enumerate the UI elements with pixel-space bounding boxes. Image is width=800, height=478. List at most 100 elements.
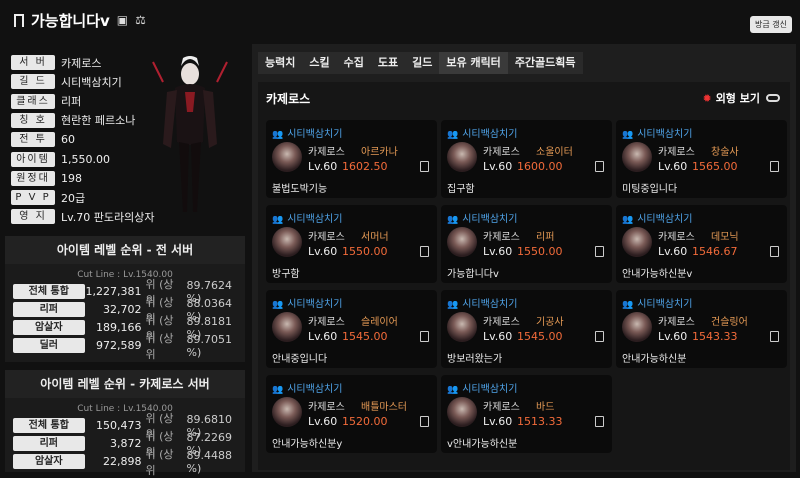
copy-icon[interactable] bbox=[420, 331, 429, 342]
appearance-toggle[interactable]: ✹ 외형 보기 bbox=[702, 90, 780, 106]
rank-percent: 89.4488 %) bbox=[186, 448, 233, 475]
character-card[interactable]: 👥 시티백삼치기 카제로스 창술사 Lv.60 1565.00 미팅중입니다 bbox=[616, 120, 787, 198]
profile-value: 시티백삼치기 bbox=[61, 75, 122, 89]
character-card[interactable]: 👥 시티백삼치기 카제로스 슬레이어 Lv.60 1545.00 안내중입니다 bbox=[266, 290, 437, 368]
tab-item[interactable]: 도표 bbox=[370, 52, 406, 74]
character-server: 카제로스 bbox=[483, 232, 520, 243]
character-class: 기공사 bbox=[536, 317, 564, 328]
profile-key: 칭 호 bbox=[11, 112, 55, 128]
tab-item[interactable]: 주간골드획득 bbox=[507, 52, 583, 74]
character-card[interactable]: 👥 시티백삼치기 카제로스 서머너 Lv.60 1550.00 방구함 bbox=[266, 205, 437, 283]
copy-icon[interactable] bbox=[420, 246, 429, 257]
tab-item[interactable]: 수집 bbox=[336, 52, 371, 74]
rank-label: 리퍼 bbox=[13, 302, 85, 317]
profile-value: 60 bbox=[61, 133, 75, 147]
copy-icon[interactable] bbox=[420, 416, 429, 427]
profile-row: 길 드 시티백삼치기 bbox=[11, 73, 122, 90]
character-avatar bbox=[622, 227, 652, 257]
character-card[interactable]: 👥 시티백삼치기 카제로스 바드 Lv.60 1513.33 v안내가능하신분 bbox=[441, 375, 612, 453]
rank-value: 972,589 bbox=[96, 339, 142, 352]
rank-value: 1,227,381 bbox=[85, 285, 142, 298]
character-server: 카제로스 bbox=[483, 317, 520, 328]
character-avatar bbox=[272, 397, 302, 427]
copy-icon[interactable] bbox=[770, 331, 779, 342]
character-level: Lv.60 bbox=[483, 160, 513, 173]
profile-row: 클래스 리퍼 bbox=[11, 93, 81, 110]
sun-icon: ✹ bbox=[702, 91, 712, 105]
character-server: 카제로스 bbox=[658, 147, 695, 158]
refresh-button[interactable]: 방금 갱신 bbox=[750, 16, 792, 33]
tab-item[interactable]: 능력치 bbox=[258, 52, 303, 74]
character-card[interactable]: 👥 시티백삼치기 카제로스 건슬링어 Lv.60 1543.33 안내가능하신분 bbox=[616, 290, 787, 368]
profile-row: P V P 20급 bbox=[11, 189, 85, 206]
rank-server-title: 아이템 레벨 순위 - 카제로스 서버 bbox=[5, 370, 245, 398]
profile-key: 아이템 bbox=[11, 151, 55, 167]
character-name: 방구함 bbox=[272, 269, 300, 280]
tab-item[interactable]: 길드 bbox=[405, 52, 440, 74]
guild-name: 시티백삼치기 bbox=[287, 214, 343, 225]
rank-server-box: 아이템 레벨 순위 - 카제로스 서버 Cut Line : Lv.1540.0… bbox=[5, 370, 245, 477]
card-guild: 👥 시티백삼치기 bbox=[447, 210, 517, 225]
profile-row: 서 버 카제로스 bbox=[11, 54, 101, 71]
profile-key: 전 투 bbox=[11, 132, 55, 148]
profile-value: 현란한 페르소나 bbox=[61, 114, 136, 128]
main-panel: 능력치 스킬 수집 도표 길드 보유 캐릭터 주간골드획득 카제로스 ✹ 외형 보기 👥 시티… bbox=[252, 44, 796, 472]
character-item-level: 1565.00 bbox=[692, 160, 738, 173]
rank-label: 암살자 bbox=[13, 454, 85, 469]
character-avatar bbox=[622, 142, 652, 172]
tab-item[interactable]: 스킬 bbox=[302, 52, 337, 74]
copy-icon[interactable] bbox=[770, 161, 779, 172]
character-card[interactable]: 👥 시티백삼치기 카제로스 배틀마스터 Lv.60 1520.00 안내가능하신분… bbox=[266, 375, 437, 453]
character-name: 가능합니다v bbox=[447, 269, 499, 280]
character-avatar bbox=[447, 227, 477, 257]
id-card-icon[interactable]: ▣ bbox=[117, 13, 128, 27]
character-card[interactable]: 👥 시티백삼치기 카제로스 기공사 Lv.60 1545.00 방보러왔는가 bbox=[441, 290, 612, 368]
character-level: Lv.60 bbox=[658, 245, 688, 258]
character-server: 카제로스 bbox=[658, 317, 695, 328]
rank-all-title: 아이템 레벨 순위 - 전 서버 bbox=[5, 236, 245, 264]
guild-icon: 👥 bbox=[447, 385, 459, 395]
guild-icon: 👥 bbox=[622, 215, 634, 225]
guild-icon: 👥 bbox=[272, 385, 284, 395]
card-guild: 👥 시티백삼치기 bbox=[272, 125, 342, 140]
rank-percent: 89.7051 %) bbox=[186, 332, 233, 359]
rank-label: 리퍼 bbox=[13, 436, 85, 451]
character-card[interactable]: 👥 시티백삼치기 카제로스 리퍼 Lv.60 1550.00 가능합니다v bbox=[441, 205, 612, 283]
character-name: 안내가능하신분 bbox=[622, 354, 687, 365]
tab-item[interactable]: 보유 캐릭터 bbox=[439, 52, 508, 74]
copy-icon[interactable] bbox=[595, 246, 604, 257]
character-card[interactable]: 👥 시티백삼치기 카제로스 소울이터 Lv.60 1600.00 집구함 bbox=[441, 120, 612, 198]
guild-icon: 👥 bbox=[272, 215, 284, 225]
profile-value: 20급 bbox=[61, 191, 86, 205]
character-item-level: 1550.00 bbox=[342, 245, 388, 258]
card-guild: 👥 시티백삼치기 bbox=[447, 125, 517, 140]
scale-icon[interactable]: ⚖ bbox=[135, 13, 146, 27]
card-guild: 👥 시티백삼치기 bbox=[272, 295, 342, 310]
profile-row: 아이템 1,550.00 bbox=[11, 151, 110, 168]
guild-name: 시티백삼치기 bbox=[287, 129, 343, 140]
copy-icon[interactable] bbox=[770, 246, 779, 257]
character-card[interactable]: 👥 시티백삼치기 카제로스 아르카나 Lv.60 1602.50 불법도박기능 bbox=[266, 120, 437, 198]
character-name: 집구함 bbox=[447, 184, 475, 195]
character-card[interactable]: 👥 시티백삼치기 카제로스 데모닉 Lv.60 1546.67 안내가능하신분v bbox=[616, 205, 787, 283]
character-level: Lv.60 bbox=[308, 415, 338, 428]
character-class: 아르카나 bbox=[361, 147, 398, 158]
toggle-label: 외형 보기 bbox=[715, 92, 760, 105]
character-class: 건슬링어 bbox=[711, 317, 748, 328]
toggle-switch-icon[interactable] bbox=[766, 94, 780, 102]
guild-name: 시티백삼치기 bbox=[462, 299, 518, 310]
character-level: Lv.60 bbox=[308, 330, 338, 343]
copy-icon[interactable] bbox=[420, 161, 429, 172]
bookmark-icon[interactable] bbox=[14, 13, 24, 27]
character-name: 미팅중입니다 bbox=[622, 184, 678, 195]
guild-icon: 👥 bbox=[622, 130, 634, 140]
panel-title: 카제로스 bbox=[266, 92, 311, 106]
copy-icon[interactable] bbox=[595, 416, 604, 427]
rank-value: 22,898 bbox=[103, 455, 142, 468]
copy-icon[interactable] bbox=[595, 331, 604, 342]
header: 가능합니다v ▣ ⚖ 방금 갱신 bbox=[0, 0, 800, 40]
copy-icon[interactable] bbox=[595, 161, 604, 172]
guild-name: 시티백삼치기 bbox=[287, 384, 343, 395]
character-avatar bbox=[272, 142, 302, 172]
character-portrait bbox=[152, 56, 228, 212]
